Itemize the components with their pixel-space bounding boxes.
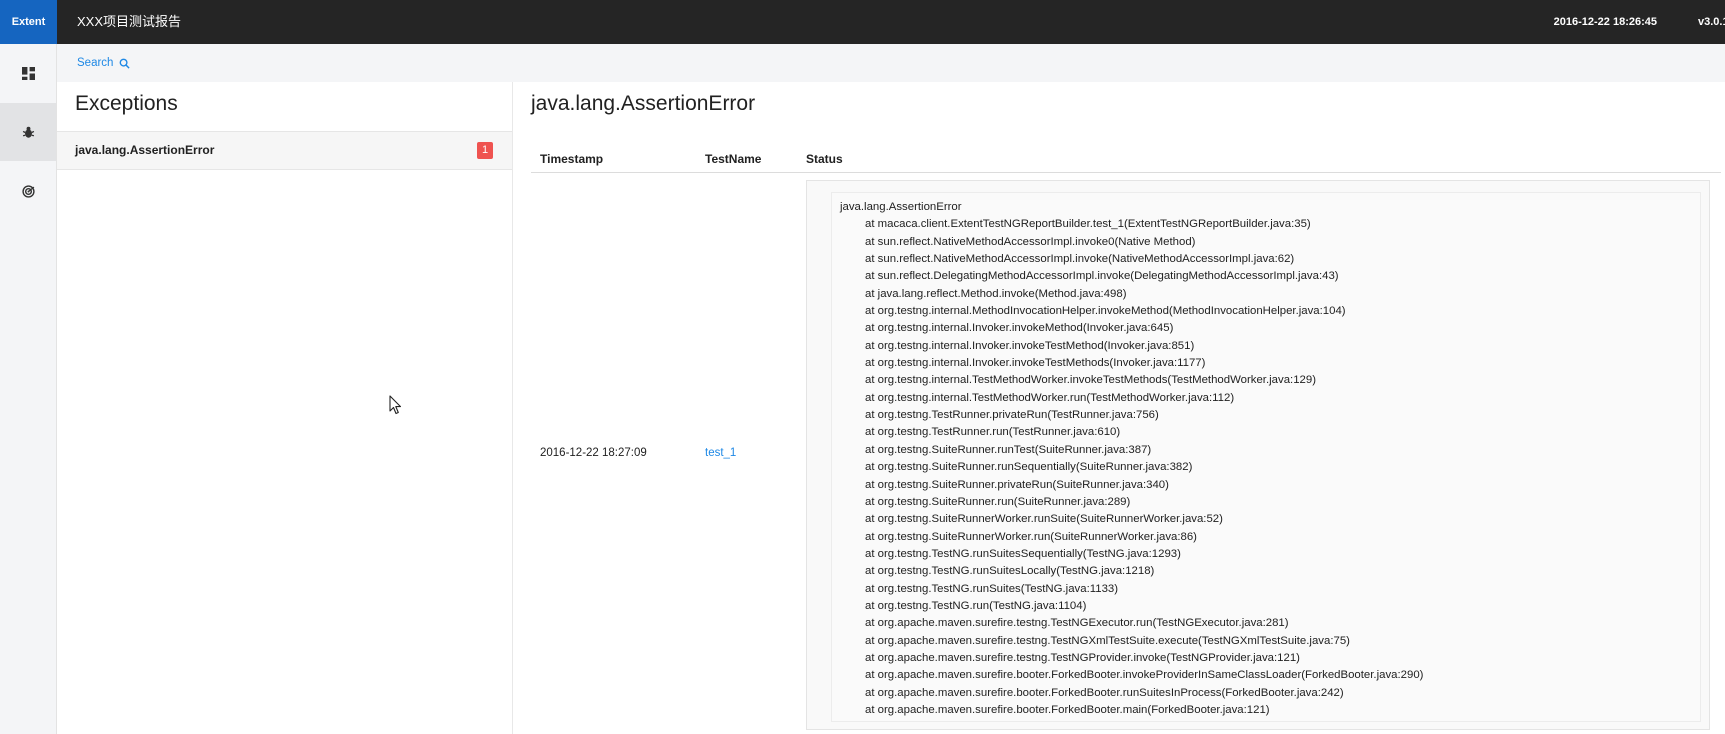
- column-header-testname: TestName: [705, 152, 762, 166]
- stack-trace-frame: at org.testng.internal.Invoker.invokeTes…: [865, 339, 1195, 352]
- top-bar: Extent XXX项目测试报告 2016-12-22 18:26:45 v3.…: [0, 0, 1725, 44]
- brand-logo[interactable]: Extent: [0, 0, 57, 44]
- stack-trace-frame: at org.testng.internal.MethodInvocationH…: [865, 305, 1346, 318]
- stack-trace-frame: at org.testng.internal.TestMethodWorker.…: [865, 391, 1235, 404]
- row-timestamp: 2016-12-22 18:27:09: [540, 447, 647, 459]
- radar-icon: [21, 184, 35, 198]
- stack-trace-box: java.lang.AssertionError at macaca.client…: [831, 192, 1701, 722]
- exception-count-badge: 1: [477, 142, 493, 159]
- exceptions-panel: Exceptions java.lang.AssertionError 1: [57, 82, 513, 734]
- stack-trace-frame: at org.testng.TestNG.run(TestNG.java:110…: [865, 599, 1087, 612]
- side-nav: [0, 44, 57, 734]
- report-version: v3.0.1: [1698, 16, 1725, 28]
- exception-list-item[interactable]: java.lang.AssertionError 1: [57, 131, 512, 170]
- mouse-cursor-icon: [389, 395, 402, 415]
- search-label: Search: [77, 57, 114, 69]
- stack-trace-frame: at sun.reflect.NativeMethodAccessorImpl.…: [865, 253, 1295, 266]
- stack-trace-frame: at org.apache.maven.surefire.booter.Fork…: [865, 703, 1270, 716]
- column-header-status: Status: [806, 152, 843, 166]
- stack-trace-frame: at sun.reflect.NativeMethodAccessorImpl.…: [865, 235, 1196, 248]
- stack-trace-frame: at org.testng.internal.TestMethodWorker.…: [865, 374, 1316, 387]
- stack-trace-frame: at org.testng.SuiteRunner.runTest(SuiteR…: [865, 443, 1152, 456]
- stack-trace-frame: at org.apache.maven.surefire.testng.Test…: [865, 651, 1300, 664]
- stack-trace-frame: at org.testng.TestRunner.run(TestRunner.…: [865, 426, 1121, 439]
- column-header-timestamp: Timestamp: [540, 152, 604, 166]
- stack-trace-frame: at org.testng.SuiteRunner.run(SuiteRunne…: [865, 495, 1131, 508]
- nav-item-logs[interactable]: [0, 162, 56, 220]
- exceptions-title: Exceptions: [75, 92, 178, 115]
- detail-title: java.lang.AssertionError: [531, 92, 756, 115]
- stack-trace-frame: at org.testng.SuiteRunner.runSequentiall…: [865, 461, 1193, 474]
- stack-trace-frame: at org.testng.internal.Invoker.invokeTes…: [865, 357, 1206, 370]
- stack-trace-frame: at org.apache.maven.surefire.booter.Fork…: [865, 669, 1424, 682]
- stack-trace-frame: at org.testng.SuiteRunner.privateRun(Sui…: [865, 478, 1169, 491]
- exception-name: java.lang.AssertionError: [75, 143, 215, 157]
- stack-trace-frame: at org.testng.TestNG.runSuitesSequential…: [865, 547, 1181, 560]
- report-name: XXX项目测试报告: [77, 14, 182, 29]
- stack-trace-frame: at org.apache.maven.surefire.testng.Test…: [865, 634, 1350, 647]
- stack-trace-frame: at org.testng.TestNG.runSuitesLocally(Te…: [865, 565, 1155, 578]
- row-test-link[interactable]: test_1: [705, 447, 736, 459]
- stack-trace-frame: at org.apache.maven.surefire.testng.Test…: [865, 617, 1289, 630]
- nav-item-dashboard[interactable]: [0, 44, 56, 102]
- nav-item-exceptions[interactable]: [0, 103, 56, 161]
- status-cell: java.lang.AssertionError at macaca.client…: [806, 180, 1710, 730]
- exception-detail-panel: java.lang.AssertionError Timestamp TestN…: [513, 82, 1725, 734]
- search-icon: [120, 58, 131, 69]
- stack-trace: java.lang.AssertionError at macaca.client…: [840, 199, 1423, 719]
- stack-trace-frame: at sun.reflect.DelegatingMethodAccessorI…: [865, 270, 1339, 283]
- bug-icon: [22, 126, 34, 138]
- stack-trace-frame: at org.testng.internal.Invoker.invokeMet…: [865, 322, 1174, 335]
- dashboard-icon: [21, 66, 35, 80]
- search-button[interactable]: Search: [77, 44, 131, 82]
- report-date: 2016-12-22 18:26:45: [1553, 16, 1657, 28]
- stack-trace-frame: at org.apache.maven.surefire.booter.Fork…: [865, 686, 1344, 699]
- stack-trace-frame: at org.testng.TestRunner.privateRun(Test…: [865, 409, 1159, 422]
- stack-trace-frame: at org.testng.SuiteRunnerWorker.run(Suit…: [865, 530, 1197, 543]
- stack-trace-frame: at java.lang.reflect.Method.invoke(Metho…: [865, 287, 1127, 300]
- stack-trace-exception-line: java.lang.AssertionError: [840, 201, 962, 213]
- stack-trace-frame: at macaca.client.ExtentTestNGReportBuild…: [865, 218, 1311, 231]
- stack-trace-frame: at org.testng.TestNG.runSuites(TestNG.ja…: [865, 582, 1119, 595]
- table-header-divider: [531, 172, 1721, 173]
- stack-trace-frame: at org.testng.SuiteRunnerWorker.runSuite…: [865, 513, 1223, 526]
- search-bar: Search: [57, 44, 1725, 82]
